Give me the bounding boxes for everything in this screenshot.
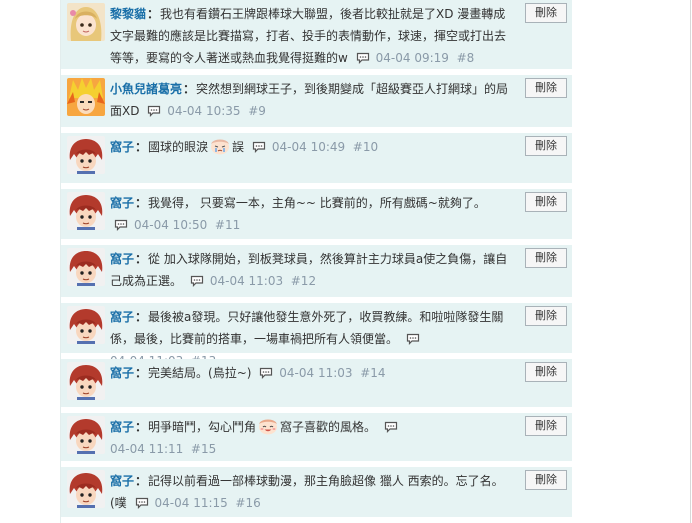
comment-floor: #15 xyxy=(190,442,217,456)
right-blank-area xyxy=(574,0,692,523)
delete-button[interactable]: 刪除 xyxy=(525,362,567,382)
comment-item: 窩子：從 加入球隊開始，到板凳球員，然後算計主力球員a使之負傷，讓自己成為正選。… xyxy=(61,245,572,300)
avatar-fire-hair-icon xyxy=(67,78,105,116)
avatar-red-hair-icon xyxy=(67,416,105,454)
avatar-red-hair-icon xyxy=(67,136,105,174)
reply-bubble-icon[interactable] xyxy=(135,497,149,509)
avatar-red-hair-icon xyxy=(67,248,105,286)
delete-button[interactable]: 刪除 xyxy=(525,3,567,23)
comment-floor: #14 xyxy=(360,366,386,380)
delete-button[interactable]: 刪除 xyxy=(525,416,567,436)
reply-bubble-icon[interactable] xyxy=(190,275,204,287)
comment-floor: #9 xyxy=(248,104,266,118)
delete-button[interactable]: 刪除 xyxy=(525,78,567,98)
comment-text-tail: 誤 xyxy=(232,140,245,154)
comment-item: 黎黎貓：我也有看鑽石王牌跟棒球大聯盟，後者比較扯就是了XD 漫畫轉成文字最難的應… xyxy=(61,0,572,72)
comment-author[interactable]: 黎黎貓 xyxy=(110,7,146,21)
avatar[interactable] xyxy=(67,248,105,286)
reply-bubble-icon[interactable] xyxy=(356,52,370,64)
window-edge xyxy=(690,0,691,523)
comment-time: 04-04 10:35 xyxy=(167,104,241,118)
comment-item: 窩子：國球的眼淚誤 04-04 10:49 #10 刪除 xyxy=(61,133,572,186)
comment-time: 04-04 11:15 xyxy=(154,496,228,510)
comment-author[interactable]: 窩子 xyxy=(110,474,134,488)
reply-bubble-icon[interactable] xyxy=(406,333,420,345)
comment-time: 04-04 09:19 xyxy=(375,51,449,65)
grin-face-emoticon-icon xyxy=(259,419,278,435)
avatar[interactable] xyxy=(67,192,105,230)
comment-floor: #11 xyxy=(214,218,241,232)
comment-floor: #8 xyxy=(456,51,475,65)
comment-author[interactable]: 窩子 xyxy=(110,252,134,266)
comment-item: 窩子：完美結局。(鳥拉~) 04-04 11:03 #14 刪除 xyxy=(61,359,572,410)
avatar[interactable] xyxy=(67,362,105,400)
comment-time: 04-04 10:50 xyxy=(134,218,208,232)
delete-button[interactable]: 刪除 xyxy=(525,306,567,326)
comment-author[interactable]: 窩子 xyxy=(110,310,134,324)
comment-item: 小魚兒諸葛亮：突然想到網球王子，到後期變成「超級賽亞人打網球」的局面XD 04-… xyxy=(61,75,572,130)
comment-text: 明爭暗鬥，勾心鬥角 xyxy=(148,420,257,434)
reply-bubble-icon[interactable] xyxy=(259,367,273,379)
comment-author[interactable]: 窩子 xyxy=(110,420,134,434)
delete-button[interactable]: 刪除 xyxy=(525,248,567,268)
comment-author[interactable]: 窩子 xyxy=(110,366,134,380)
avatar[interactable] xyxy=(67,306,105,344)
avatar-red-hair-icon xyxy=(67,306,105,344)
avatar-red-hair-icon xyxy=(67,192,105,230)
avatar-red-hair-icon xyxy=(67,362,105,400)
comment-item: 窩子：最後被a發現。只好讓他發生意外死了，收買教練。和啦啦隊發生關係，最後，比賽… xyxy=(61,303,572,368)
comment-author[interactable]: 窩子 xyxy=(110,196,134,210)
avatar[interactable] xyxy=(67,470,105,508)
avatar[interactable] xyxy=(67,3,105,41)
comment-text: 我覺得， 只要寫一本，主角~~ 比賽前的，所有戲碼~就夠了。 xyxy=(148,196,486,210)
comment-item: 窩子：我覺得， 只要寫一本，主角~~ 比賽前的，所有戲碼~就夠了。 04-04 … xyxy=(61,189,572,242)
crying-face-emoticon-icon xyxy=(211,139,230,155)
reply-bubble-icon[interactable] xyxy=(147,105,161,117)
comment-text: 國球的眼淚 xyxy=(148,140,209,154)
delete-button[interactable]: 刪除 xyxy=(525,136,567,156)
reply-bubble-icon[interactable] xyxy=(384,421,398,433)
avatar-red-hair-icon xyxy=(67,470,105,508)
comment-floor: #10 xyxy=(352,140,379,154)
comment-text: 最後被a發現。只好讓他發生意外死了，收買教練。和啦啦隊發生關係，最後，比賽前的搭… xyxy=(110,310,504,346)
delete-button[interactable]: 刪除 xyxy=(525,470,567,490)
comment-floor: #12 xyxy=(290,274,317,288)
comment-author[interactable]: 窩子 xyxy=(110,140,134,154)
comment-time: 04-04 11:11 xyxy=(110,442,184,456)
delete-button[interactable]: 刪除 xyxy=(525,192,567,212)
comment-time: 04-04 11:03 xyxy=(279,366,353,380)
comment-item: 窩子：記得以前看過一部棒球動漫，那主角臉超像 獵人 西索的。忘了名。(噗 04-… xyxy=(61,467,572,520)
comment-time: 04-04 11:03 xyxy=(209,274,284,288)
comment-author[interactable]: 小魚兒諸葛亮 xyxy=(110,82,182,96)
comment-text: 完美結局。(鳥拉~) xyxy=(148,366,252,380)
reply-bubble-icon[interactable] xyxy=(252,141,266,153)
avatar[interactable] xyxy=(67,416,105,454)
comment-floor: #16 xyxy=(235,496,261,510)
avatar[interactable] xyxy=(67,136,105,174)
comment-list: 黎黎貓：我也有看鑽石王牌跟棒球大聯盟，後者比較扯就是了XD 漫畫轉成文字最難的應… xyxy=(60,0,575,523)
avatar-blonde-girl-icon xyxy=(67,3,105,41)
comment-text-tail: 窩子喜歡的風格。 xyxy=(280,420,377,434)
avatar[interactable] xyxy=(67,78,105,116)
reply-bubble-icon[interactable] xyxy=(114,219,128,231)
left-gutter xyxy=(0,0,60,523)
comment-item: 窩子：明爭暗鬥，勾心鬥角 窩子喜歡的風格。 04-04 11:11 #15 刪除 xyxy=(61,413,572,464)
comment-time: 04-04 10:49 xyxy=(271,140,346,154)
